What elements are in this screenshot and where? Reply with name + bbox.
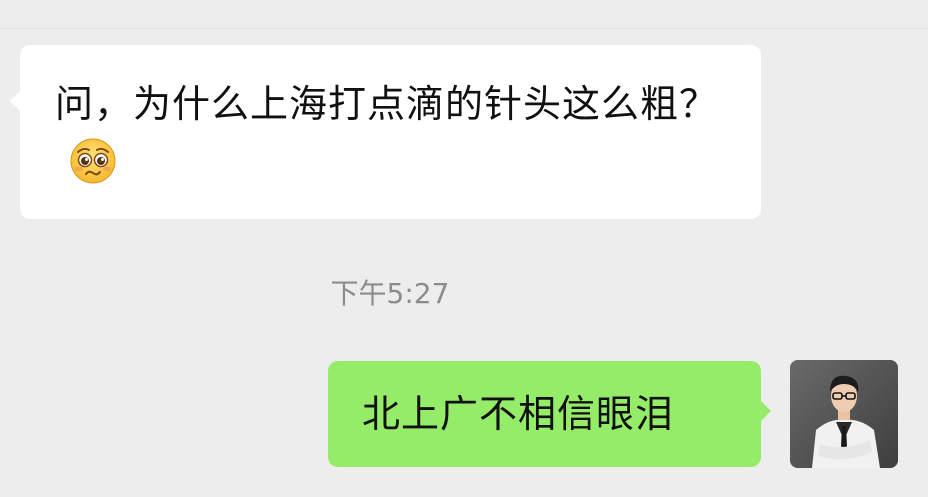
incoming-message-bubble[interactable]: 问，为什么上海打点滴的针头这么粗？ — [10, 45, 761, 219]
chat-screen: 问，为什么上海打点滴的针头这么粗？ 下午5:27 北上广不相信眼泪 — [0, 0, 928, 497]
person-avatar-icon — [790, 360, 898, 468]
outgoing-message-bubble[interactable]: 北上广不相信眼泪 — [328, 361, 771, 467]
incoming-message-text: 问，为什么上海打点滴的针头这么粗？ — [55, 75, 729, 191]
pleading-face-emoji-icon — [69, 137, 117, 185]
message-timestamp: 下午5:27 — [330, 277, 450, 310]
user-avatar[interactable] — [790, 360, 898, 468]
incoming-message-content: 问，为什么上海打点滴的针头这么粗？ — [55, 82, 719, 126]
top-divider — [0, 28, 928, 29]
outgoing-message-text: 北上广不相信眼泪 — [362, 392, 675, 436]
